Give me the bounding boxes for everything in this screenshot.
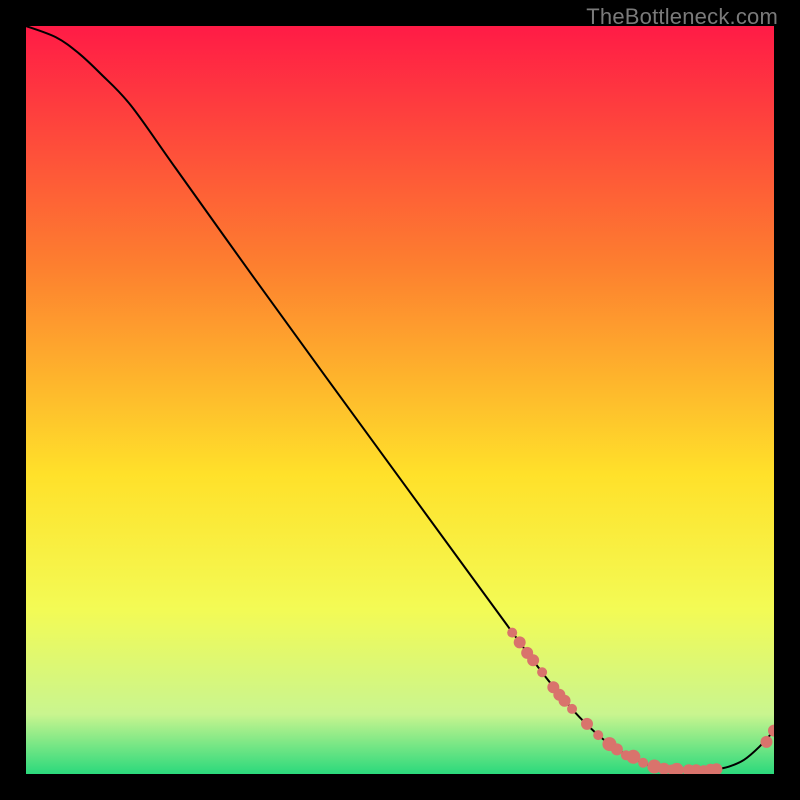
chart-container: TheBottleneck.com [0,0,800,800]
data-point [611,743,623,755]
data-point [507,628,517,638]
data-point [638,758,648,768]
data-point [527,654,539,666]
data-point [559,695,571,707]
data-point [567,704,577,714]
data-point [537,667,547,677]
plot-area [26,26,774,774]
data-point [581,718,593,730]
gradient-background [26,26,774,774]
data-point [514,636,526,648]
chart-svg [26,26,774,774]
data-point [593,730,603,740]
data-point [761,736,773,748]
